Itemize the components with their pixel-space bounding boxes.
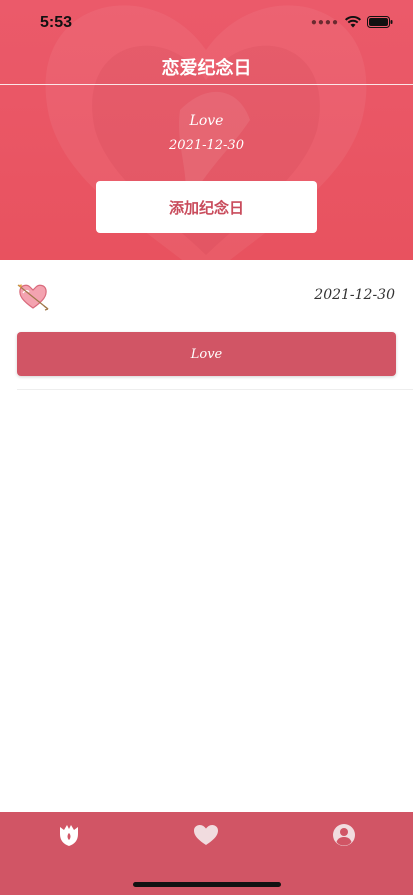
tab-rose[interactable] (55, 822, 83, 848)
tab-profile[interactable] (330, 822, 358, 848)
status-time: 5:53 (40, 14, 73, 31)
heart-icon (194, 825, 218, 845)
hero-anniversary-date: 2021-12-30 (169, 138, 244, 153)
status-indicators: ●●●● (311, 16, 393, 28)
tab-heart[interactable] (192, 822, 220, 848)
signal-icon: ●●●● (310, 16, 339, 28)
wifi-icon (345, 16, 361, 28)
hero-anniversary-name: Love (189, 113, 224, 129)
user-icon (333, 824, 355, 846)
list-divider (17, 389, 413, 390)
hero-banner: 5:53 ●●●● 恋爱纪念日 Love 2021-12-30 添加纪念日 (0, 0, 413, 260)
heart-arrow-icon (17, 284, 49, 311)
home-indicator (133, 882, 281, 887)
anniversary-date: 2021-12-30 (314, 287, 395, 303)
add-anniversary-button[interactable]: 添加纪念日 (96, 181, 317, 233)
header-divider (0, 84, 413, 85)
rose-icon (60, 825, 78, 846)
anniversary-name-button[interactable]: Love (17, 332, 396, 376)
battery-icon (367, 16, 393, 28)
page-title: 恋爱纪念日 (161, 58, 252, 78)
status-bar: 5:53 ●●●● (0, 0, 413, 46)
